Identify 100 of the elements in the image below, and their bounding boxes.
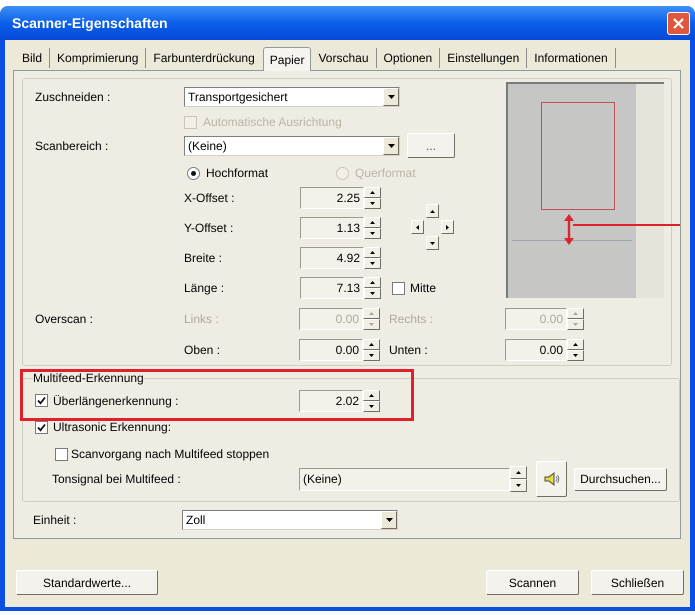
caret-right-icon	[446, 224, 449, 230]
tab[interactable]: Einstellungen	[440, 48, 528, 68]
caret-up-icon	[430, 210, 435, 212]
radio-button[interactable]	[187, 166, 200, 180]
spin-down-button[interactable]	[364, 198, 381, 209]
checkbox[interactable]	[392, 282, 405, 294]
close-icon	[673, 18, 684, 28]
field-label: Breite :	[184, 250, 224, 267]
move-up-button[interactable]	[426, 204, 439, 218]
caret-down-icon	[573, 323, 578, 326]
field-label: Unten :	[389, 342, 429, 359]
caret-up-icon	[369, 394, 374, 396]
spin-up-button[interactable]	[364, 247, 381, 258]
spin-down-button[interactable]	[363, 400, 380, 412]
field-label: Rechts :	[389, 311, 434, 328]
field-label: Tonsignal bei Multifeed :	[52, 471, 182, 488]
checkbox-label: Automatische Ausrichtung	[203, 114, 342, 131]
tab[interactable]: Vorschau	[311, 48, 377, 68]
spin-down-button[interactable]	[510, 479, 527, 492]
caret-up-icon	[369, 312, 374, 315]
spin-down-button[interactable]	[364, 228, 381, 239]
caret-up-icon	[516, 471, 521, 474]
browse-button[interactable]: ...	[407, 133, 455, 158]
close-button[interactable]	[667, 12, 690, 34]
caret-down-icon	[370, 202, 375, 205]
caret-left-icon	[416, 224, 419, 230]
tab[interactable]: Farbunterdrückung	[146, 48, 263, 68]
caret-down-icon	[370, 262, 375, 265]
checkbox-label: Überlängenerkennung :	[53, 392, 180, 410]
caret-down-icon	[370, 232, 375, 235]
dropdown-button[interactable]	[381, 511, 397, 529]
caret-down-icon	[388, 95, 394, 99]
spin-down-button[interactable]	[364, 288, 381, 299]
caret-down-icon	[369, 323, 374, 326]
speaker-button[interactable]	[536, 461, 567, 497]
tab[interactable]: Optionen	[376, 48, 440, 68]
number-field[interactable]: 0.00	[299, 339, 363, 361]
caret-up-icon	[370, 221, 375, 224]
dropdown[interactable]: Zoll	[182, 510, 398, 530]
number-field[interactable]: 2.02	[299, 390, 363, 412]
dropdown-button[interactable]	[383, 136, 399, 154]
caret-up-icon	[573, 343, 578, 346]
number-field[interactable]: 4.92	[300, 247, 364, 269]
number-field[interactable]: 7.13	[300, 277, 364, 299]
dialog-button[interactable]: Standardwerte...	[16, 570, 158, 595]
checkbox-label: Ultrasonic Erkennung:	[53, 419, 172, 436]
checkbox[interactable]	[35, 394, 48, 407]
tab[interactable]: Informationen	[527, 48, 616, 68]
number-field[interactable]: 0.00	[505, 339, 567, 361]
caret-down-icon	[573, 354, 578, 357]
tab[interactable]: Papier	[262, 47, 312, 71]
field-label: Zuschneiden :	[35, 89, 112, 106]
caret-up-icon	[573, 312, 578, 315]
field-label: Scanbereich :	[35, 138, 110, 154]
spin-up-button[interactable]	[364, 187, 381, 198]
dropdown[interactable]: (Keine)	[184, 136, 400, 156]
radio-label: Querformat	[355, 165, 416, 182]
caret-down-icon	[516, 484, 521, 487]
field-label: X-Offset :	[184, 190, 236, 207]
number-field[interactable]: 2.25	[300, 187, 364, 209]
move-right-button[interactable]	[441, 220, 454, 234]
dialog-button[interactable]: Scannen	[486, 570, 579, 595]
caret-up-icon	[370, 251, 375, 254]
field-label: Y-Offset :	[184, 220, 234, 237]
spin-up-button[interactable]	[510, 466, 527, 479]
spin-down-button[interactable]	[363, 350, 380, 361]
caret-down-icon	[369, 354, 374, 357]
browse-button[interactable]: Durchsuchen...	[574, 468, 667, 490]
spin-down-button[interactable]	[567, 350, 584, 361]
caret-up-icon	[370, 191, 375, 194]
spin-up-button[interactable]	[363, 390, 380, 400]
window-title: Scanner-Eigenschaften	[12, 14, 168, 33]
dropdown-button[interactable]	[383, 88, 399, 106]
tab[interactable]: Komprimierung	[50, 48, 146, 68]
dropdown[interactable]: Transportgesichert	[184, 87, 400, 107]
field-label: Overscan :	[35, 311, 94, 328]
spin-up-button[interactable]	[364, 217, 381, 228]
radio-label: Hochformat	[206, 165, 268, 182]
caret-down-icon	[388, 144, 394, 148]
field-label: Oben :	[184, 342, 222, 359]
caret-up-icon	[370, 281, 375, 284]
group-title: Multifeed-Erkennung	[33, 372, 144, 384]
caret-down-icon	[370, 292, 375, 295]
spin-up-button[interactable]	[567, 339, 584, 350]
sound-field[interactable]: (Keine)	[299, 468, 510, 490]
number-field[interactable]: 1.13	[300, 217, 364, 239]
dialog-button[interactable]: Schließen	[591, 570, 684, 595]
field-label: Links :	[184, 311, 220, 328]
caret-up-icon	[369, 343, 374, 346]
checkbox-label: Mitte	[410, 280, 436, 297]
field-label: Einheit :	[33, 512, 78, 529]
spin-up-button[interactable]	[364, 277, 381, 288]
checkbox[interactable]	[35, 420, 48, 434]
move-down-button[interactable]	[426, 236, 439, 250]
move-left-button[interactable]	[411, 220, 424, 234]
spin-down-button[interactable]	[364, 258, 381, 269]
checkbox[interactable]	[55, 448, 68, 460]
tab[interactable]: Bild	[15, 48, 50, 68]
spin-up-button[interactable]	[363, 339, 380, 350]
caret-down-icon	[430, 242, 435, 244]
